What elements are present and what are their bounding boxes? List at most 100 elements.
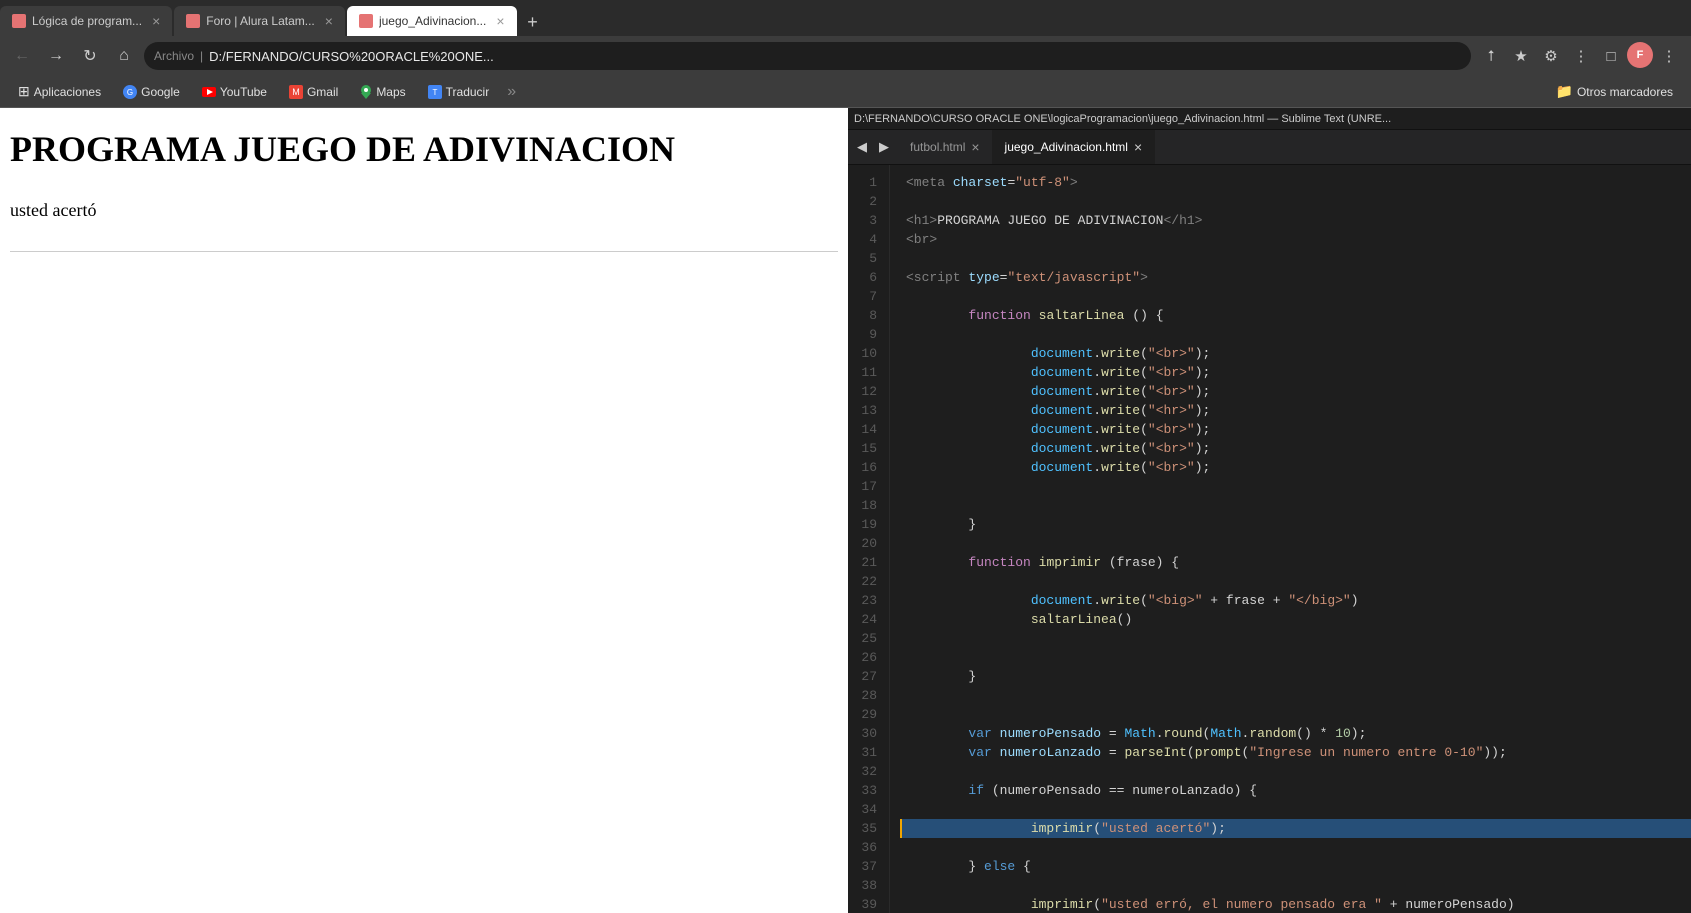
bookmark-google[interactable]: G Google [115, 83, 188, 101]
code-line-22 [906, 572, 1691, 591]
bookmark-translate[interactable]: T Traducir [420, 83, 498, 101]
bookmark-translate-label: Traducir [446, 85, 490, 99]
code-line-15: document.write("<br>"); [906, 439, 1691, 458]
editor-tab-futbol-label: futbol.html [910, 140, 965, 154]
url-text: D:/FERNANDO/CURSO%20ORACLE%20ONE... [209, 49, 494, 64]
code-line-16: document.write("<br>"); [906, 458, 1691, 477]
bookmark-button[interactable]: ★ [1507, 42, 1535, 70]
window-controls[interactable]: □ [1597, 42, 1625, 70]
line-number-30: 30 [848, 724, 881, 743]
menu-button[interactable]: ⋮ [1655, 42, 1683, 70]
line-number-10: 10 [848, 344, 881, 363]
line-numbers: 1234567891011121314151617181920212223242… [848, 165, 890, 913]
code-line-14: document.write("<br>"); [906, 420, 1691, 439]
editor-tab-adivinacion-close[interactable]: × [1134, 139, 1142, 155]
editor-title-text: D:\FERNANDO\CURSO ORACLE ONE\logicaProgr… [854, 113, 1391, 125]
tab-2-close[interactable]: × [325, 13, 333, 29]
bookmark-apps[interactable]: ⊞ Aplicaciones [10, 81, 109, 102]
line-number-21: 21 [848, 553, 881, 572]
editor-forward-button[interactable]: ▶ [874, 137, 894, 157]
line-number-2: 2 [848, 192, 881, 211]
address-bar[interactable]: Archivo | D:/FERNANDO/CURSO%20ORACLE%20O… [144, 42, 1471, 70]
line-number-32: 32 [848, 762, 881, 781]
line-number-23: 23 [848, 591, 881, 610]
code-line-23: document.write("<big>" + frase + "</big>… [906, 591, 1691, 610]
main-area: PROGRAMA JUEGO DE ADIVINACION usted acer… [0, 108, 1691, 913]
code-line-8: function saltarLinea () { [906, 306, 1691, 325]
editor-tab-adivinacion[interactable]: juego_Adivinacion.html × [993, 130, 1156, 164]
forward-button[interactable]: → [42, 42, 70, 70]
line-number-13: 13 [848, 401, 881, 420]
line-number-16: 16 [848, 458, 881, 477]
extensions-button[interactable]: ⚙ [1537, 42, 1565, 70]
code-line-2 [906, 192, 1691, 211]
line-number-14: 14 [848, 420, 881, 439]
share-button[interactable]: ⭡ [1477, 42, 1505, 70]
bookmark-youtube[interactable]: YouTube [194, 83, 275, 101]
line-number-39: 39 [848, 895, 881, 913]
line-number-27: 27 [848, 667, 881, 686]
code-line-38 [906, 876, 1691, 895]
line-number-22: 22 [848, 572, 881, 591]
code-line-26 [906, 648, 1691, 667]
line-number-38: 38 [848, 876, 881, 895]
code-line-5 [906, 249, 1691, 268]
browser-chrome: Lógica de program... × Foro | Alura Lata… [0, 0, 1691, 108]
code-line-31: var numeroLanzado = parseInt(prompt("Ing… [906, 743, 1691, 762]
code-line-25 [906, 629, 1691, 648]
line-number-11: 11 [848, 363, 881, 382]
other-bookmarks[interactable]: 📁 Otros marcadores [1548, 81, 1681, 102]
editor-title-bar: D:\FERNANDO\CURSO ORACLE ONE\logicaProgr… [848, 108, 1691, 130]
line-number-6: 6 [848, 268, 881, 287]
home-button[interactable]: ⌂ [110, 42, 138, 70]
tab-3-close[interactable]: × [496, 13, 504, 29]
line-number-33: 33 [848, 781, 881, 800]
code-line-30: var numeroPensado = Math.round(Math.rand… [906, 724, 1691, 743]
svg-text:T: T [432, 88, 437, 97]
tab-3[interactable]: juego_Adivinacion... × [347, 6, 517, 36]
line-number-24: 24 [848, 610, 881, 629]
tab-1-favicon [12, 14, 26, 28]
line-number-4: 4 [848, 230, 881, 249]
code-line-12: document.write("<br>"); [906, 382, 1691, 401]
line-number-15: 15 [848, 439, 881, 458]
line-number-9: 9 [848, 325, 881, 344]
reload-button[interactable]: ↻ [76, 42, 104, 70]
bookmark-gmail[interactable]: M Gmail [281, 83, 346, 101]
code-editor: D:\FERNANDO\CURSO ORACLE ONE\logicaProgr… [848, 108, 1691, 913]
nav-actions: ⭡ ★ ⚙ ⋮ □ F ⋮ [1477, 42, 1683, 70]
tab-1-title: Lógica de program... [32, 14, 142, 28]
tab-1[interactable]: Lógica de program... × [0, 6, 172, 36]
code-line-29 [906, 705, 1691, 724]
tab-1-close[interactable]: × [152, 13, 160, 29]
page-divider [10, 251, 838, 252]
code-content: <meta charset="utf-8"><h1>PROGRAMA JUEGO… [890, 165, 1691, 913]
editor-tab-futbol-close[interactable]: × [971, 139, 979, 155]
profile-avatar[interactable]: F [1627, 42, 1653, 68]
editor-tab-futbol[interactable]: futbol.html × [898, 130, 993, 164]
code-area[interactable]: 1234567891011121314151617181920212223242… [848, 165, 1691, 913]
page-heading: PROGRAMA JUEGO DE ADIVINACION [10, 128, 838, 170]
bookmark-maps[interactable]: Maps [352, 83, 413, 101]
grid-button[interactable]: ⋮ [1567, 42, 1595, 70]
code-line-37: } else { [906, 857, 1691, 876]
page-text: usted acertó [10, 200, 838, 221]
code-line-3: <h1>PROGRAMA JUEGO DE ADIVINACION</h1> [906, 211, 1691, 230]
editor-back-button[interactable]: ◀ [852, 137, 872, 157]
folder-icon: 📁 [1556, 83, 1573, 100]
code-line-33: if (numeroPensado == numeroLanzado) { [906, 781, 1691, 800]
code-line-27: } [906, 667, 1691, 686]
line-number-31: 31 [848, 743, 881, 762]
code-line-10: document.write("<br>"); [906, 344, 1691, 363]
line-number-29: 29 [848, 705, 881, 724]
bookmarks-overflow[interactable]: » [507, 83, 516, 101]
editor-tabs-bar: ◀ ▶ futbol.html × juego_Adivinacion.html… [848, 130, 1691, 165]
tab-2[interactable]: Foro | Alura Latam... × [174, 6, 345, 36]
back-button[interactable]: ← [8, 42, 36, 70]
bookmark-apps-label: Aplicaciones [34, 85, 101, 99]
code-line-39: imprimir("usted erró, el numero pensado … [906, 895, 1691, 913]
line-number-25: 25 [848, 629, 881, 648]
protocol-label: Archivo [154, 49, 194, 63]
new-tab-button[interactable]: + [519, 8, 547, 36]
svg-text:G: G [127, 88, 133, 97]
